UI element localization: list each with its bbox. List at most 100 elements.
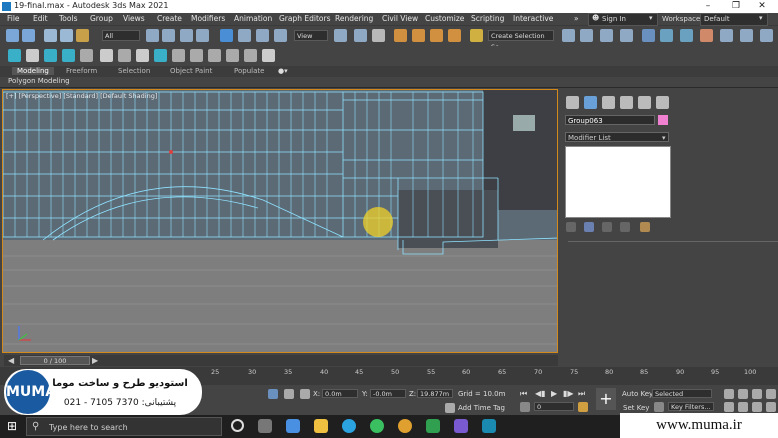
- key-filters-button[interactable]: Key Filters...: [668, 402, 714, 411]
- unwrap-icon[interactable]: [190, 49, 203, 62]
- unlink-icon[interactable]: [60, 29, 73, 42]
- select-object-icon[interactable]: [146, 29, 159, 42]
- menu-interactive[interactable]: Interactive: [513, 14, 553, 23]
- remove-modifier-icon[interactable]: [620, 222, 630, 232]
- file-explorer-icon[interactable]: [314, 419, 328, 433]
- app-icon[interactable]: [454, 419, 468, 433]
- rendered-frame-icon[interactable]: [740, 29, 753, 42]
- menu-more-icon[interactable]: »: [574, 14, 579, 23]
- previous-key-icon[interactable]: ◀▮: [535, 389, 546, 398]
- maximize-viewport-icon[interactable]: [766, 402, 776, 412]
- 3ds-max-taskbar-icon[interactable]: [482, 419, 496, 433]
- time-slider[interactable]: ◀ 0 / 100 ▶: [4, 355, 558, 366]
- set-key-button[interactable]: Set Key: [623, 404, 649, 412]
- menu-graph-editors[interactable]: Graph Editors: [279, 14, 331, 23]
- menu-views[interactable]: Views: [123, 14, 145, 23]
- cycle-icon[interactable]: [136, 49, 149, 62]
- zoom-all-icon[interactable]: [738, 389, 748, 399]
- object-color-swatch[interactable]: [658, 115, 668, 125]
- menu-modifiers[interactable]: Modifiers: [191, 14, 225, 23]
- play-icon[interactable]: ▶: [551, 389, 557, 398]
- keyboard-shortcut-icon[interactable]: [372, 29, 385, 42]
- render-setup-icon[interactable]: [720, 29, 733, 42]
- polygon-modeling-label[interactable]: Polygon Modeling: [8, 77, 70, 85]
- named-selection-dropdown[interactable]: Create Selection Se: [488, 30, 554, 51]
- ribbon-options-icon[interactable]: ●▾: [278, 67, 288, 75]
- undo-icon[interactable]: [6, 29, 19, 42]
- absolute-mode-icon[interactable]: [300, 389, 310, 399]
- rotate-icon[interactable]: [238, 29, 251, 42]
- camtasia-icon[interactable]: [426, 419, 440, 433]
- lock-icon[interactable]: [284, 389, 294, 399]
- menu-animation[interactable]: Animation: [234, 14, 272, 23]
- layer-explorer-icon[interactable]: [620, 29, 633, 42]
- viewport-label[interactable]: [+] [Perspective] [Standard] [Default Sh…: [6, 92, 157, 100]
- motion-tab-icon[interactable]: [620, 96, 633, 109]
- loop-icon[interactable]: [244, 49, 257, 62]
- menu-edit[interactable]: Edit: [33, 14, 48, 23]
- menu-rendering[interactable]: Rendering: [335, 14, 373, 23]
- next-key-icon[interactable]: ▮▶: [563, 389, 574, 398]
- menu-civil-view[interactable]: Civil View: [382, 14, 418, 23]
- window-crossing-icon[interactable]: [196, 29, 209, 42]
- spinner-snap-icon[interactable]: [448, 29, 461, 42]
- edit-named-selection-icon[interactable]: [470, 29, 483, 42]
- time-config-icon[interactable]: [578, 402, 588, 412]
- zoom-icon[interactable]: [724, 389, 734, 399]
- y-coordinate-field[interactable]: -0.0m: [370, 389, 406, 398]
- redo-icon[interactable]: [22, 29, 35, 42]
- modifier-stack[interactable]: [565, 146, 671, 218]
- display-tab-icon[interactable]: [638, 96, 651, 109]
- field-of-view-icon[interactable]: [724, 402, 734, 412]
- add-time-tag-button[interactable]: Add Time Tag: [458, 404, 505, 412]
- scale-icon[interactable]: [256, 29, 269, 42]
- menu-scripting[interactable]: Scripting: [471, 14, 504, 23]
- align-icon[interactable]: [580, 29, 593, 42]
- menu-file[interactable]: File: [7, 14, 20, 23]
- close-icon[interactable]: ✕: [752, 0, 772, 13]
- curve-editor-icon[interactable]: [660, 29, 673, 42]
- sphere-icon[interactable]: [26, 49, 39, 62]
- time-tag-icon[interactable]: [445, 403, 455, 413]
- tab-freeform[interactable]: Freeform: [66, 67, 97, 75]
- key-filter-icon[interactable]: [654, 402, 664, 412]
- selection-filter-dropdown[interactable]: All: [102, 30, 140, 41]
- cortana-icon[interactable]: [231, 419, 244, 432]
- angle-snap-icon[interactable]: [412, 29, 425, 42]
- pin-stack-icon[interactable]: [566, 222, 576, 232]
- utilities-tab-icon[interactable]: [656, 96, 669, 109]
- tab-object-paint[interactable]: Object Paint: [170, 67, 212, 75]
- telegram-icon[interactable]: [342, 419, 356, 433]
- hierarchy-tab-icon[interactable]: [602, 96, 615, 109]
- chrome-icon[interactable]: [398, 419, 412, 433]
- set-keys-icon[interactable]: +: [596, 388, 616, 410]
- edit-poly-icon[interactable]: [172, 49, 185, 62]
- schematic-view-icon[interactable]: [680, 29, 693, 42]
- create-tab-icon[interactable]: [566, 96, 579, 109]
- menu-customize[interactable]: Customize: [425, 14, 464, 23]
- pivot-center-icon[interactable]: [334, 29, 347, 42]
- tab-modeling[interactable]: Modeling: [12, 67, 54, 75]
- task-view-icon[interactable]: [258, 419, 272, 433]
- windows-start-icon[interactable]: ⊞: [7, 419, 17, 433]
- select-manipulate-icon[interactable]: [354, 29, 367, 42]
- mirror-icon[interactable]: [562, 29, 575, 42]
- zoom-extents-icon[interactable]: [752, 389, 762, 399]
- modify-tab-icon[interactable]: [584, 96, 597, 109]
- paint-icon[interactable]: [100, 49, 113, 62]
- symmetry-icon[interactable]: [226, 49, 239, 62]
- snap-toggle-icon[interactable]: [394, 29, 407, 42]
- helper-icon[interactable]: [62, 49, 75, 62]
- workspaces-dropdown[interactable]: Default ▾: [700, 13, 768, 26]
- auto-key-button[interactable]: Auto Key: [622, 390, 653, 398]
- restore-icon[interactable]: ❐: [726, 0, 746, 13]
- minimize-icon[interactable]: –: [698, 0, 718, 13]
- material-editor-icon[interactable]: [700, 29, 713, 42]
- tab-populate[interactable]: Populate: [234, 67, 264, 75]
- menu-tools[interactable]: Tools: [59, 14, 77, 23]
- go-to-end-icon[interactable]: ⏭: [578, 389, 585, 399]
- x-coordinate-field[interactable]: 0.0m: [322, 389, 358, 398]
- select-by-name-icon[interactable]: [162, 29, 175, 42]
- link-icon[interactable]: [44, 29, 57, 42]
- prev-frame-icon[interactable]: ◀: [8, 356, 14, 365]
